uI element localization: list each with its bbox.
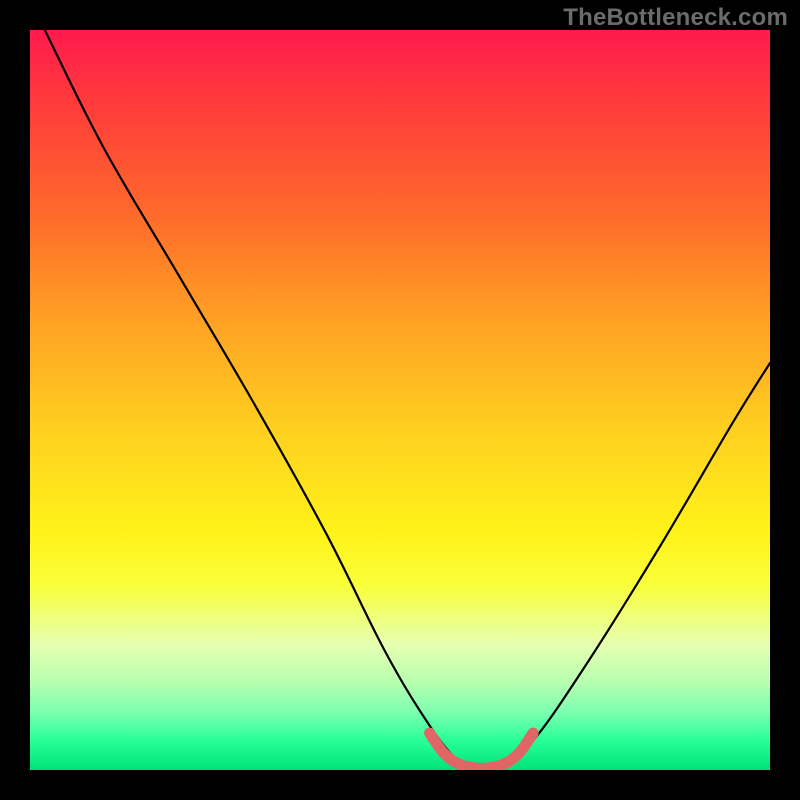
chart-frame: TheBottleneck.com xyxy=(0,0,800,800)
bottleneck-curve-path xyxy=(45,30,770,770)
optimal-range-highlight xyxy=(430,733,534,768)
watermark-label: TheBottleneck.com xyxy=(563,4,788,32)
chart-svg xyxy=(30,30,770,770)
plot-area xyxy=(30,30,770,770)
